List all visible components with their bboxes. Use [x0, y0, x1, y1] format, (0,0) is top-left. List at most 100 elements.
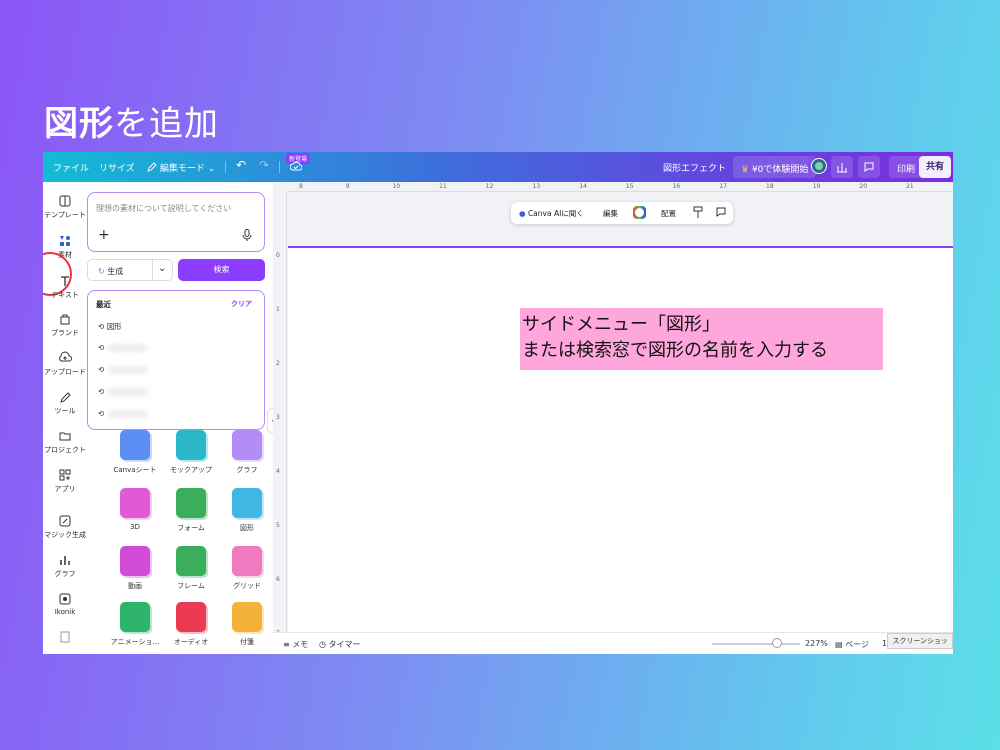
microphone-icon[interactable] — [242, 229, 252, 241]
rail-item-apps[interactable]: アプリ — [43, 468, 87, 494]
element-category-item[interactable]: 動画 — [105, 546, 165, 591]
category-thumbnail-icon — [232, 488, 262, 518]
divider — [225, 161, 226, 173]
chevron-down-icon[interactable]: ⌄ — [158, 263, 166, 274]
ruler-tick-label: 21 — [906, 183, 914, 190]
ruler-tick-label: 3 — [276, 414, 280, 421]
paint-roller-icon[interactable] — [693, 206, 703, 221]
zoom-value[interactable]: 227% — [805, 639, 828, 648]
pages-button[interactable]: ▤ ページ — [835, 639, 869, 650]
undo-icon[interactable]: ↶ — [236, 158, 246, 172]
zoom-slider-track[interactable] — [712, 643, 800, 645]
rail-item-tools[interactable]: ツール — [43, 390, 87, 416]
pages-label: ページ — [845, 640, 869, 649]
arrange-button[interactable]: 配置 — [661, 208, 676, 219]
document-icon — [60, 631, 70, 643]
rail-item-projects[interactable]: プロジェクト — [43, 429, 87, 455]
comment-add-icon[interactable] — [715, 206, 727, 220]
generate-button[interactable]: ↻ 生成 ⌄ — [87, 259, 173, 281]
search-button[interactable]: 検索 — [178, 259, 265, 281]
history-icon: ⟲ — [98, 409, 105, 418]
redo-icon[interactable]: ↷ — [259, 158, 269, 172]
text-icon — [61, 276, 69, 286]
plus-icon[interactable]: + — [98, 227, 110, 243]
color-wheel-icon[interactable] — [632, 205, 647, 221]
rail-item-upload[interactable]: アップロード — [43, 351, 87, 377]
timer-icon: ◷ — [319, 640, 326, 649]
element-category-item[interactable]: グリッド — [217, 546, 277, 591]
status-bar: ≡ メモ ◷ タイマー 227% ▤ ページ 1/ スクリーンショッ — [273, 632, 953, 654]
rail-item-chart[interactable]: グラフ — [43, 553, 87, 579]
rail-label: グラフ — [54, 570, 76, 578]
recent-item[interactable]: ⟲ — [98, 343, 149, 352]
print-button[interactable]: 印刷 — [889, 156, 924, 178]
design-page[interactable] — [288, 246, 953, 632]
category-label: オーディオ — [173, 638, 209, 646]
element-category-item[interactable]: グラフ — [217, 430, 277, 475]
notes-button[interactable]: ≡ メモ — [283, 639, 308, 650]
rail-label: プロジェクト — [44, 446, 86, 454]
element-category-item[interactable]: 図形 — [217, 488, 277, 533]
category-thumbnail-icon — [176, 488, 206, 518]
canva-ai-button[interactable]: ● Canva AIに聞く — [519, 208, 584, 219]
chevron-down-icon: ⌄ — [207, 164, 216, 174]
share-button[interactable]: 共有 — [919, 156, 951, 178]
cloud-check-icon[interactable] — [289, 161, 303, 174]
rail-item-more[interactable] — [43, 630, 87, 646]
rail-item-template[interactable]: テンプレート — [43, 194, 87, 220]
element-category-item[interactable]: 3D — [105, 488, 165, 531]
avatar[interactable] — [811, 158, 827, 177]
callout-line-2: または検索窓で図形の名前を入力する — [522, 340, 828, 361]
timer-button[interactable]: ◷ タイマー — [319, 639, 361, 650]
generate-text: 生成 — [107, 267, 124, 276]
ruler-tick-label: 16 — [672, 183, 681, 190]
free-trial-button[interactable]: ♛ ¥0で体験開始 — [733, 156, 817, 178]
category-thumbnail-icon — [120, 430, 150, 460]
ruler-tick-label: 5 — [276, 522, 280, 529]
zoom-slider-knob[interactable] — [772, 638, 782, 648]
rail-item-ikonik[interactable]: Ikonik — [43, 592, 87, 616]
resize-menu[interactable]: リサイズ — [99, 161, 135, 174]
canva-ai-label: Canva AIに聞く — [527, 209, 584, 218]
element-category-item[interactable]: モックアップ — [161, 430, 221, 475]
category-label: モックアップ — [170, 466, 212, 474]
recent-item[interactable]: ⟲ — [98, 409, 149, 418]
recent-item[interactable]: ⟲ — [98, 387, 149, 396]
ai-prompt-placeholder: 理想の素材について説明してください — [96, 204, 232, 213]
rail-item-brand[interactable]: ブランド — [43, 312, 87, 338]
shape-effect-link[interactable]: 図形エフェクト — [663, 161, 726, 174]
free-trial-label: ¥0で体験開始 — [751, 165, 809, 175]
analytics-icon[interactable] — [831, 156, 853, 178]
element-category-item[interactable]: 付箋 — [217, 602, 277, 647]
recent-item[interactable]: ⟲ 図形 — [98, 321, 122, 332]
floating-toolbar: ● Canva AIに聞く 編集 配置 — [511, 202, 733, 224]
ruler-tick-label: 13 — [532, 183, 541, 190]
category-thumbnail-icon — [120, 546, 150, 576]
category-thumbnail-icon — [232, 430, 262, 460]
element-category-item[interactable]: フォーム — [161, 488, 221, 533]
category-thumbnail-icon — [232, 546, 262, 576]
comment-icon[interactable] — [858, 156, 880, 178]
file-menu[interactable]: ファイル — [53, 161, 89, 174]
ruler-tick-label: 8 — [299, 183, 303, 190]
ruler-tick-label: 15 — [625, 183, 634, 190]
instruction-callout: サイドメニュー「図形」 または検索窓で図形の名前を入力する — [520, 308, 883, 370]
element-category-item[interactable]: アニメーショ... — [105, 602, 165, 647]
ruler-tick-label: 20 — [859, 183, 868, 190]
rail-item-text[interactable]: テキスト — [43, 274, 87, 300]
category-label: 図形 — [240, 524, 254, 532]
ruler-tick-label: 6 — [276, 576, 280, 583]
edit-button[interactable]: 編集 — [603, 208, 618, 219]
category-label: フォーム — [177, 524, 205, 532]
recent-item[interactable]: ⟲ — [98, 365, 149, 374]
ai-prompt-box[interactable]: 理想の素材について説明してください + — [87, 192, 265, 252]
element-category-item[interactable]: Canvaシート — [105, 430, 165, 475]
edit-mode-menu[interactable]: 編集モード ⌄ — [147, 161, 215, 174]
element-category-item[interactable]: フレーム — [161, 546, 221, 591]
category-thumbnail-icon — [120, 488, 150, 518]
slide-title-bold: 図形 — [44, 104, 114, 144]
ruler-tick-label: 0 — [276, 252, 280, 259]
rail-item-magic[interactable]: マジック生成 — [43, 514, 87, 540]
element-category-item[interactable]: オーディオ — [161, 602, 221, 647]
clear-button[interactable]: クリア — [231, 299, 252, 309]
